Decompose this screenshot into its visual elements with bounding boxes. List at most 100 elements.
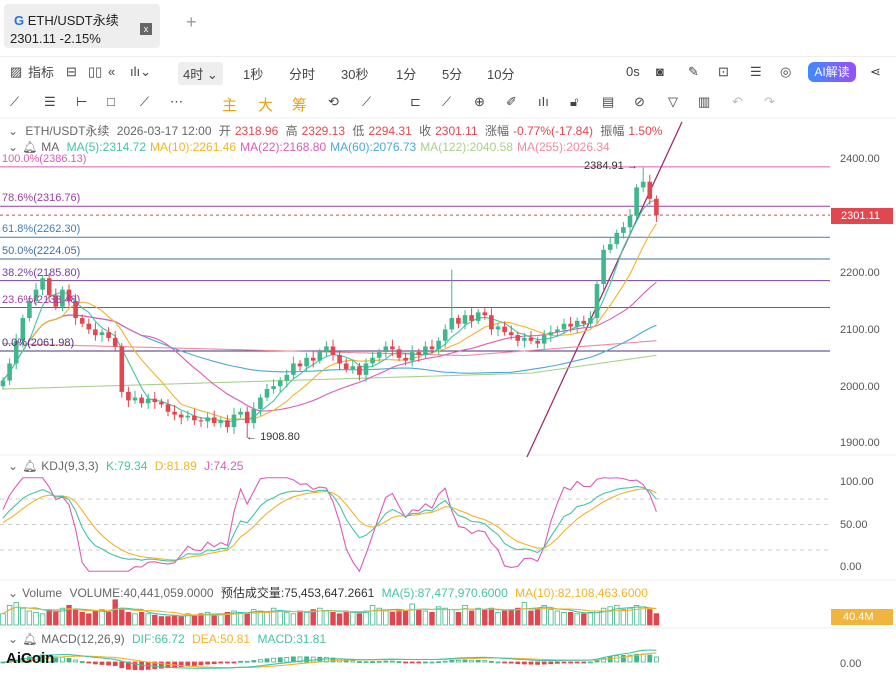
- high-value: 2329.13: [301, 124, 346, 138]
- candle: [442, 329, 448, 341]
- volume-bar: [158, 616, 165, 626]
- alert-bell-icon[interactable]: 🔔︎: [22, 632, 37, 646]
- candle: [99, 332, 105, 336]
- volume-bar: [620, 609, 627, 626]
- volume-bar: [13, 602, 19, 626]
- candle: [409, 352, 415, 361]
- volume-bar: [237, 612, 244, 626]
- candle: [495, 326, 501, 330]
- volume-bar: [79, 612, 85, 626]
- volume-bar: [554, 610, 561, 626]
- candle: [7, 363, 12, 381]
- chart-canvas[interactable]: [0, 0, 896, 677]
- candle: [185, 415, 191, 418]
- macd-histogram-bar: [396, 661, 402, 663]
- low-marker-value: 1908.80: [260, 431, 300, 443]
- volume-bar: [396, 609, 402, 626]
- macd-histogram-bar: [561, 661, 567, 664]
- volume-bar: [26, 610, 33, 626]
- volume-bar: [112, 599, 118, 626]
- macd-histogram-bar: [588, 661, 593, 664]
- volume-estimate: 预估成交量:75,453,647.2661: [220, 586, 375, 600]
- candle: [601, 249, 606, 284]
- collapse-icon[interactable]: ⌄: [8, 459, 18, 473]
- candle: [370, 357, 375, 364]
- volume-bar: [561, 612, 567, 626]
- candle: [218, 420, 224, 424]
- macd-histogram-bar: [73, 659, 78, 663]
- candle: [165, 404, 171, 412]
- macd-histogram-bar: [555, 661, 560, 664]
- candle: [634, 187, 639, 216]
- volume-tag: 40.4M: [831, 609, 893, 625]
- candle: [396, 349, 402, 358]
- volume-bar: [211, 614, 217, 626]
- macd-histogram-bar: [284, 656, 290, 663]
- macd-histogram-bar: [205, 661, 211, 665]
- volume-bar: [482, 609, 488, 626]
- collapse-icon[interactable]: ⌄: [8, 124, 18, 138]
- fib-label: 100.0%(2386.13): [2, 152, 87, 165]
- macd-histogram-bar: [436, 661, 442, 664]
- candle: [363, 363, 369, 375]
- volume-bar: [350, 612, 356, 626]
- kdj-k: K:79.34: [106, 459, 148, 473]
- collapse-icon[interactable]: ⌄: [8, 632, 18, 646]
- macd-histogram-bar: [568, 661, 573, 664]
- volume-bar: [330, 612, 336, 626]
- macd-histogram-bar: [469, 659, 475, 663]
- volume-bar: [501, 610, 508, 626]
- macd-histogram-bar: [403, 661, 409, 664]
- kdj-j: J:74.25: [204, 459, 244, 473]
- candle: [0, 380, 6, 387]
- macd-histogram-bar: [112, 661, 118, 667]
- candle: [297, 363, 303, 367]
- legend-symbol: ETH/USDT永续: [25, 124, 110, 138]
- volume-bar: [475, 607, 481, 626]
- volume-ma5: MA(5):87,477,970.6000: [381, 586, 508, 600]
- macd-histogram-bar: [495, 661, 501, 664]
- candle: [588, 318, 593, 324]
- volume-bar: [343, 610, 349, 626]
- ma122-line: [2, 354, 657, 390]
- volume-bar: [416, 609, 422, 626]
- volume-bar: [383, 610, 389, 626]
- macd-histogram-bar: [455, 659, 461, 663]
- volume-bar: [356, 613, 363, 626]
- macd-label: MACD(12,26,9): [41, 632, 125, 646]
- volume-bar: [191, 614, 198, 626]
- volume-legend: ⌄ Volume VOLUME:40,441,059.0000 预估成交量:75,…: [8, 584, 652, 601]
- candle: [436, 340, 441, 350]
- volume-bar: [244, 613, 250, 626]
- volume-bar: [409, 603, 415, 626]
- low-marker: ← 1908.80: [246, 431, 300, 443]
- candle: [621, 227, 626, 233]
- macd-histogram-bar: [574, 661, 580, 664]
- candle: [429, 346, 435, 350]
- volume-bar: [290, 613, 297, 626]
- candle: [40, 278, 45, 290]
- fib-label: 78.6%(2316.76): [2, 192, 81, 205]
- candle: [126, 391, 131, 401]
- candle: [357, 366, 362, 375]
- macd-histogram-bar: [640, 653, 646, 663]
- macd-histogram-bar: [614, 655, 620, 663]
- macd-histogram-bar: [139, 661, 145, 671]
- current-price-tag: 2301.11: [831, 208, 893, 224]
- candle: [654, 198, 659, 216]
- ohlc-legend: ⌄ ETH/USDT永续 2026-03-17 12:00 开 2318.96 高…: [8, 122, 666, 139]
- kdj-d: D:81.89: [154, 459, 197, 473]
- candle: [86, 323, 92, 330]
- collapse-icon[interactable]: ⌄: [8, 586, 18, 600]
- candle: [416, 352, 422, 355]
- alert-bell-icon[interactable]: 🔔︎: [22, 459, 37, 473]
- candle: [205, 417, 210, 422]
- macd-histogram-bar: [376, 660, 382, 663]
- volume-bar: [455, 612, 462, 626]
- price-tick: 2100.00: [840, 324, 880, 336]
- candle: [337, 354, 342, 364]
- volume-bar: [647, 609, 653, 626]
- macd-histogram-bar: [224, 661, 230, 664]
- change-value: -0.77%(-17.84): [512, 124, 594, 138]
- candle: [145, 398, 151, 404]
